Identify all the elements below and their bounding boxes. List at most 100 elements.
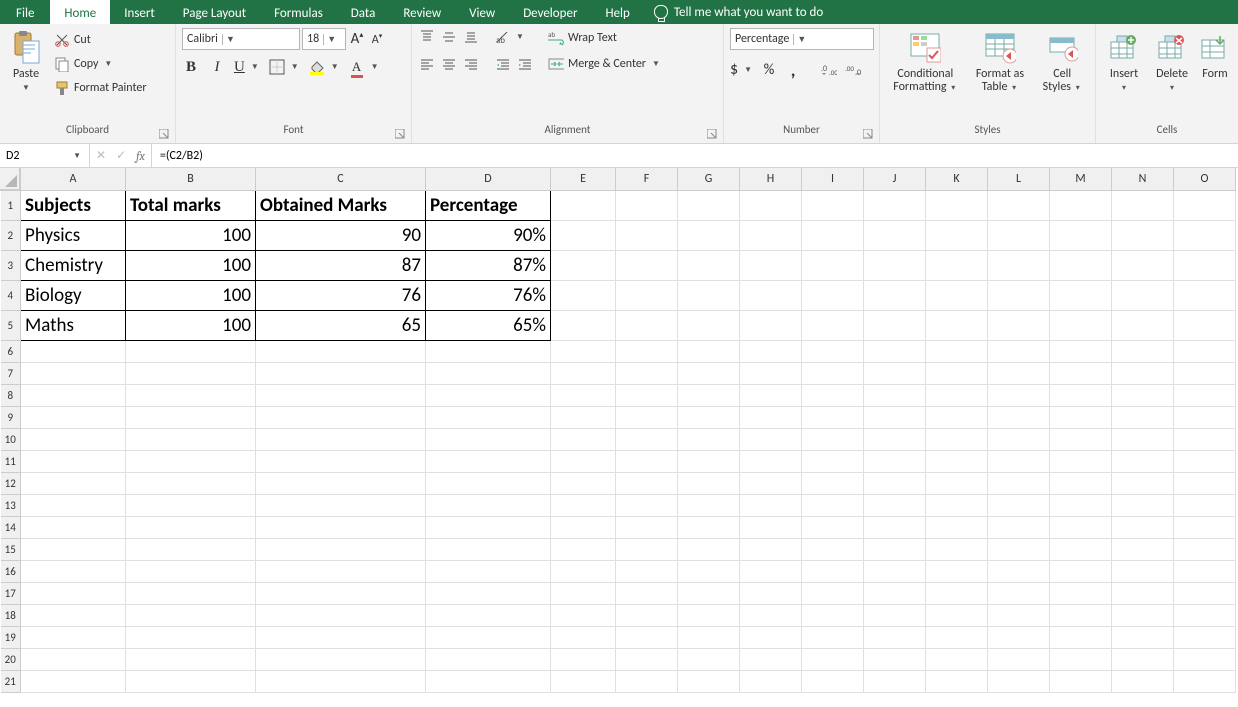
cell[interactable] — [926, 604, 988, 626]
cell[interactable] — [740, 190, 802, 220]
cell[interactable] — [740, 450, 802, 472]
font-color-button[interactable]: A▼ — [349, 59, 381, 75]
cell[interactable] — [740, 250, 802, 280]
cell[interactable] — [126, 494, 256, 516]
cell[interactable] — [126, 340, 256, 362]
cell[interactable] — [1112, 604, 1174, 626]
cell[interactable] — [616, 450, 678, 472]
cell[interactable] — [988, 494, 1050, 516]
accounting-format-button[interactable]: $▼ — [730, 60, 754, 79]
cell[interactable] — [551, 340, 616, 362]
cell[interactable] — [1174, 538, 1236, 560]
row-header[interactable]: 15 — [1, 538, 21, 560]
cell[interactable] — [616, 340, 678, 362]
tab-file[interactable]: File — [0, 0, 50, 24]
cell[interactable] — [740, 648, 802, 670]
data-cell[interactable]: Maths — [21, 310, 126, 340]
cell[interactable] — [1050, 280, 1112, 310]
cell[interactable] — [426, 384, 551, 406]
cell[interactable] — [426, 582, 551, 604]
cell[interactable] — [802, 250, 864, 280]
cell[interactable] — [126, 384, 256, 406]
cell[interactable] — [616, 310, 678, 340]
spreadsheet-grid[interactable]: ABCDEFGHIJKLMNO1SubjectsTotal marksObtai… — [0, 168, 1238, 693]
cell[interactable] — [864, 362, 926, 384]
cell[interactable] — [126, 670, 256, 692]
cell[interactable] — [1050, 190, 1112, 220]
cell[interactable] — [616, 494, 678, 516]
cell[interactable] — [256, 582, 426, 604]
cell[interactable] — [740, 280, 802, 310]
borders-button[interactable]: ▼ — [269, 59, 301, 75]
cell[interactable] — [21, 384, 126, 406]
comma-button[interactable]: , — [784, 61, 802, 79]
cell[interactable] — [740, 472, 802, 494]
cell[interactable] — [1174, 648, 1236, 670]
cell[interactable] — [616, 384, 678, 406]
cell[interactable] — [802, 340, 864, 362]
cell[interactable] — [1174, 310, 1236, 340]
data-cell[interactable]: Biology — [21, 280, 126, 310]
cell[interactable] — [616, 670, 678, 692]
cell[interactable] — [616, 582, 678, 604]
row-header[interactable]: 16 — [1, 560, 21, 582]
cell[interactable] — [926, 384, 988, 406]
cell[interactable] — [988, 406, 1050, 428]
cell[interactable] — [1174, 670, 1236, 692]
row-header[interactable]: 20 — [1, 648, 21, 670]
cell[interactable] — [802, 626, 864, 648]
cell[interactable] — [1112, 220, 1174, 250]
cell[interactable] — [1050, 626, 1112, 648]
dialog-launcher-icon[interactable] — [395, 129, 407, 141]
cell[interactable] — [1174, 604, 1236, 626]
decrease-decimal-button[interactable]: .00.0 — [844, 61, 862, 79]
cell[interactable] — [1112, 472, 1174, 494]
cell[interactable] — [21, 428, 126, 450]
cell[interactable] — [678, 190, 740, 220]
cell[interactable] — [551, 516, 616, 538]
cell[interactable] — [1174, 516, 1236, 538]
cell[interactable] — [678, 582, 740, 604]
cell[interactable] — [1050, 494, 1112, 516]
cell[interactable] — [551, 560, 616, 582]
increase-decimal-button[interactable]: .0.00 — [820, 61, 838, 79]
cell[interactable] — [802, 220, 864, 250]
row-header[interactable]: 3 — [1, 250, 21, 280]
cell[interactable] — [740, 516, 802, 538]
cell[interactable] — [1112, 340, 1174, 362]
cell[interactable] — [126, 648, 256, 670]
data-cell[interactable]: 87 — [256, 250, 426, 280]
cell[interactable] — [1050, 406, 1112, 428]
cell[interactable] — [802, 604, 864, 626]
cell[interactable] — [551, 190, 616, 220]
data-cell[interactable]: 90% — [426, 220, 551, 250]
cell[interactable] — [256, 494, 426, 516]
cell[interactable] — [926, 538, 988, 560]
cell[interactable] — [678, 450, 740, 472]
tab-formulas[interactable]: Formulas — [260, 0, 337, 24]
column-header[interactable]: O — [1174, 168, 1236, 190]
row-header[interactable]: 5 — [1, 310, 21, 340]
orientation-button[interactable]: ab▼ — [494, 29, 526, 45]
cell[interactable] — [551, 406, 616, 428]
cell[interactable] — [126, 450, 256, 472]
cell[interactable] — [926, 340, 988, 362]
cell[interactable] — [426, 516, 551, 538]
cell[interactable] — [988, 670, 1050, 692]
cell[interactable] — [1174, 190, 1236, 220]
row-header[interactable]: 14 — [1, 516, 21, 538]
column-header[interactable]: N — [1112, 168, 1174, 190]
cell[interactable] — [988, 340, 1050, 362]
cell[interactable] — [864, 190, 926, 220]
cell[interactable] — [1112, 516, 1174, 538]
cell[interactable] — [1050, 516, 1112, 538]
cell[interactable] — [678, 560, 740, 582]
cell[interactable] — [926, 494, 988, 516]
cell[interactable] — [21, 494, 126, 516]
cell[interactable] — [1050, 450, 1112, 472]
cell[interactable] — [740, 582, 802, 604]
delete-cells-button[interactable]: Delete▾ — [1152, 28, 1192, 96]
cell[interactable] — [256, 450, 426, 472]
cell[interactable] — [1050, 220, 1112, 250]
cell[interactable] — [678, 280, 740, 310]
